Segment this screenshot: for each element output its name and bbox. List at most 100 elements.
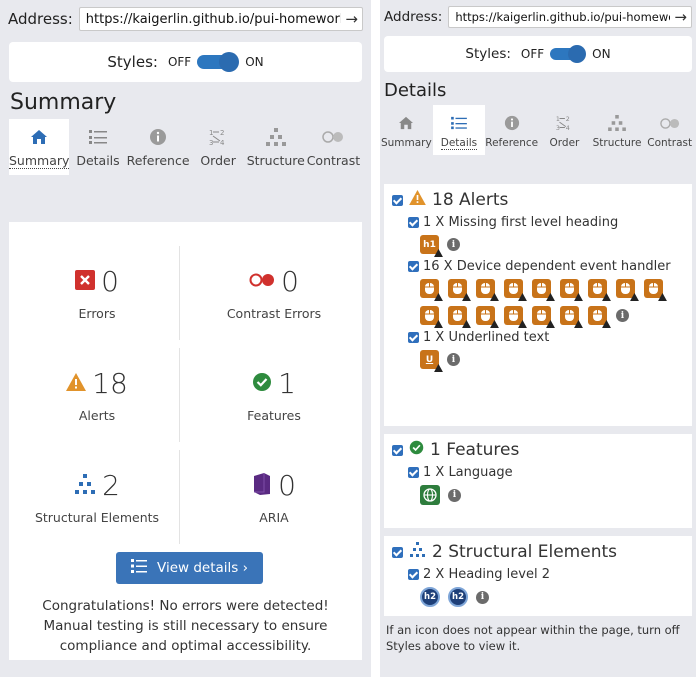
device-handler-icon[interactable] — [504, 306, 527, 328]
toggle-off-label: OFF — [520, 47, 545, 61]
icon-label: U — [425, 354, 434, 365]
address-input[interactable]: https://kaigerlin.github.io/pui-homework… — [78, 7, 363, 31]
item-checkbox[interactable] — [408, 332, 419, 343]
item-text: 1 X Language — [423, 465, 513, 480]
item-checkbox[interactable] — [408, 467, 419, 478]
alert-icon — [630, 293, 639, 301]
tab-label: Reference — [126, 153, 190, 168]
styles-label: Styles: — [107, 53, 158, 71]
alert-icon — [409, 190, 426, 210]
tab-label: Reference — [485, 137, 539, 149]
device-handler-icon[interactable] — [588, 306, 611, 328]
view-details-button[interactable]: View details › — [116, 552, 263, 584]
item-checkbox[interactable] — [408, 569, 419, 580]
stat-label: Contrast Errors — [226, 306, 322, 321]
device-handler-icon[interactable] — [448, 279, 471, 301]
stat-count: 1 — [278, 367, 296, 400]
alert-icon — [518, 293, 527, 301]
alert-icon — [546, 320, 555, 328]
device-handler-icon[interactable] — [560, 306, 583, 328]
heading-2-icon[interactable]: h2 — [420, 587, 440, 607]
info-icon[interactable]: i — [447, 353, 460, 366]
list-icon — [89, 127, 107, 147]
styles-toggle[interactable] — [550, 45, 587, 63]
alerts-checkbox[interactable] — [392, 194, 403, 206]
item-text: 1 X Missing first level heading — [423, 215, 619, 230]
list-icon — [131, 559, 147, 577]
styles-toggle-bar: Styles: OFF ON — [9, 42, 362, 82]
toggle-on-label: ON — [245, 55, 264, 69]
svg-text:1: 1 — [209, 129, 213, 137]
tab-details[interactable]: Details — [432, 105, 486, 155]
tab-order[interactable]: 1234 Order — [190, 119, 247, 175]
arrow-right-icon[interactable]: → — [674, 8, 687, 26]
features-checkbox[interactable] — [392, 444, 403, 456]
info-icon[interactable]: i — [616, 309, 629, 322]
device-handler-icon[interactable] — [476, 279, 499, 301]
tab-structure[interactable]: Structure — [591, 105, 644, 155]
stat-alerts[interactable]: 18 Alerts — [9, 344, 185, 446]
device-handler-icon[interactable] — [560, 279, 583, 301]
tab-contrast[interactable]: Contrast — [305, 119, 362, 175]
styles-toggle[interactable] — [197, 52, 240, 72]
info-icon[interactable]: i — [448, 488, 461, 502]
feature-icon — [252, 372, 272, 396]
stat-contrast-errors[interactable]: 0 Contrast Errors — [186, 242, 362, 344]
structural-checkbox[interactable] — [392, 546, 403, 558]
heading-2-icon[interactable]: h2 — [448, 587, 468, 607]
tab-label: Structure — [592, 137, 642, 149]
device-handler-icon[interactable] — [616, 279, 639, 301]
alert-icon — [546, 293, 555, 301]
alert-icon — [462, 320, 471, 328]
info-icon[interactable]: i — [447, 238, 460, 251]
underlined-text-icon[interactable]: U — [420, 350, 443, 372]
stat-aria[interactable]: 0 ARIA — [186, 446, 362, 548]
globe-icon[interactable] — [420, 485, 440, 505]
device-handler-icon[interactable] — [532, 306, 555, 328]
arrow-right-icon[interactable]: → — [345, 10, 358, 28]
order-icon: 1234 — [208, 127, 228, 147]
address-input[interactable]: https://kaigerlin.github.io/pui-homework… — [448, 6, 692, 28]
tab-bar: Summary Details Reference 1234 Order Str… — [9, 119, 362, 175]
tab-contrast[interactable]: Contrast — [643, 105, 696, 155]
device-handler-icon[interactable] — [420, 306, 443, 328]
item-checkbox[interactable] — [408, 217, 419, 228]
tab-structure[interactable]: Structure — [247, 119, 305, 175]
icons-row: h2 h2 i — [420, 587, 684, 607]
structure-icon — [74, 473, 96, 498]
alert-icon — [490, 320, 499, 328]
svg-text:4: 4 — [220, 139, 225, 147]
device-handler-icon[interactable] — [588, 279, 611, 301]
device-handler-icon[interactable] — [532, 279, 555, 301]
stat-errors[interactable]: 0 Errors — [9, 242, 185, 344]
stat-count: 0 — [278, 469, 296, 502]
device-handler-icon[interactable] — [644, 279, 667, 301]
device-handler-icon[interactable] — [448, 306, 471, 328]
toggle-knob[interactable] — [219, 52, 240, 72]
svg-text:2: 2 — [220, 129, 224, 137]
device-handler-icon[interactable] — [476, 306, 499, 328]
aria-icon — [252, 472, 272, 499]
tab-reference[interactable]: Reference — [485, 105, 538, 155]
order-icon: 1234 — [555, 113, 573, 133]
group-title-text: 1 Features — [430, 440, 520, 460]
device-handler-icon[interactable] — [420, 279, 443, 301]
tab-summary[interactable]: Summary — [380, 105, 433, 155]
toggle-knob[interactable] — [568, 45, 587, 63]
group-title: 18 Alerts — [392, 190, 684, 210]
tab-details[interactable]: Details — [69, 119, 126, 175]
stat-count: 18 — [92, 367, 128, 400]
page-title: Summary — [10, 90, 117, 115]
tab-reference[interactable]: Reference — [127, 119, 190, 175]
stat-structural-elements[interactable]: 2 Structural Elements — [9, 446, 185, 548]
info-icon — [149, 127, 167, 147]
icons-row: i — [420, 279, 690, 328]
stat-features[interactable]: 1 Features — [186, 344, 362, 446]
info-icon[interactable]: i — [476, 590, 489, 604]
svg-text:3: 3 — [556, 125, 560, 132]
missing-heading-icon[interactable]: h1 — [420, 235, 443, 257]
device-handler-icon[interactable] — [504, 279, 527, 301]
tab-order[interactable]: 1234 Order — [538, 105, 591, 155]
tab-summary[interactable]: Summary — [9, 119, 70, 175]
item-checkbox[interactable] — [408, 261, 419, 272]
